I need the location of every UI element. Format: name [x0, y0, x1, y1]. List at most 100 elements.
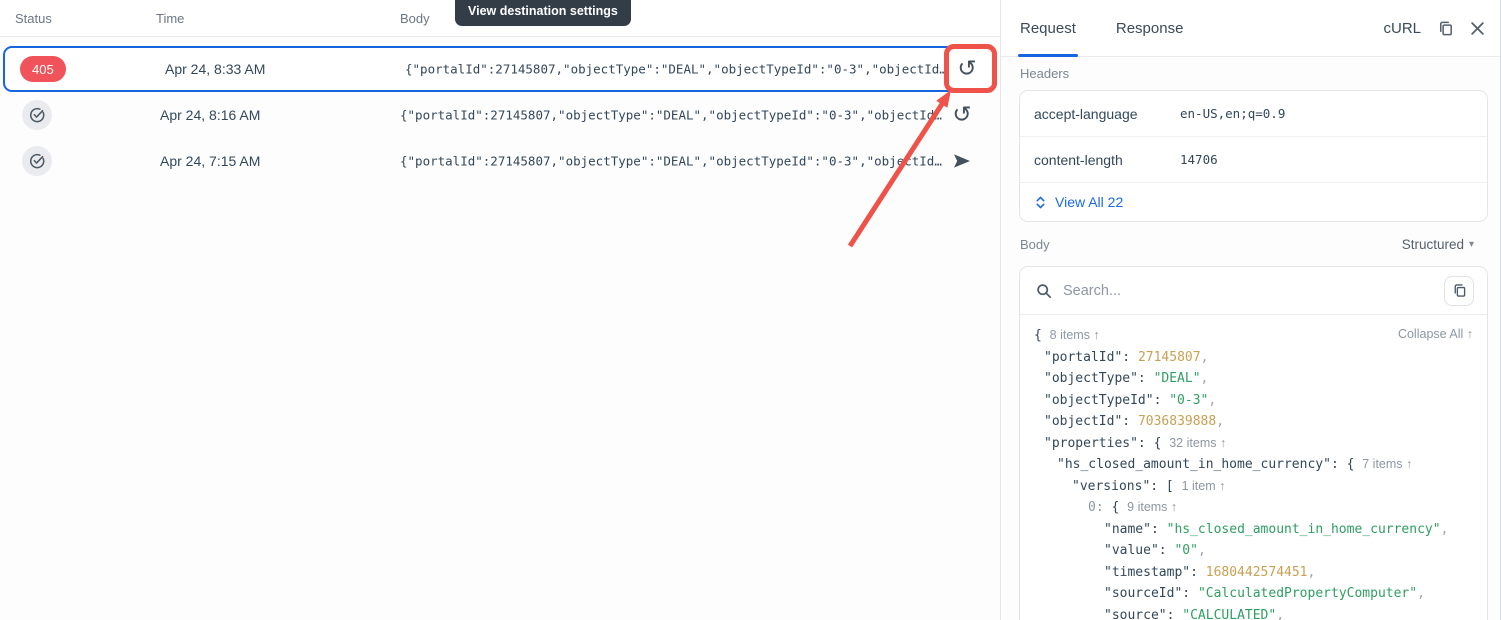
json-segment: : — [1153, 392, 1170, 408]
json-segment: "source" — [1104, 607, 1167, 620]
column-header-status: Status — [15, 11, 52, 26]
json-segment: : — [1182, 586, 1198, 601]
view-all-label: View All 22 — [1055, 194, 1124, 210]
tab-request[interactable]: Request — [1018, 20, 1078, 57]
json-segment: "hs_closed_amount_in_home_currency" — [1057, 457, 1331, 472]
header-value: en-US,en;q=0.9 — [1180, 106, 1286, 121]
collapse-toggle[interactable]: 1 item ↑ — [1182, 479, 1226, 493]
json-segment: { — [1034, 328, 1050, 343]
json-segment: , — [1208, 392, 1217, 408]
json-segment: 0: — [1088, 500, 1112, 515]
expand-collapse-icon — [1036, 196, 1045, 208]
json-line: "hs_closed_amount_in_home_currency": { 7… — [1034, 454, 1473, 476]
header-value: 14706 — [1180, 152, 1218, 167]
collapse-all-button[interactable]: Collapse All ↑ — [1398, 327, 1473, 341]
headers-card: accept-language en-US,en;q=0.9 content-l… — [1019, 90, 1488, 222]
json-segment: : { — [1137, 435, 1170, 451]
copy-curl-button[interactable] — [1436, 19, 1455, 38]
json-segment: , — [1216, 414, 1225, 429]
json-line: "versions": [ 1 item ↑ — [1034, 476, 1473, 498]
json-segment: , — [1440, 521, 1449, 537]
json-line: "properties": { 32 items ↑ — [1034, 433, 1473, 455]
view-mode-label: Structured — [1401, 237, 1464, 252]
json-segment: "0-3" — [1169, 392, 1209, 408]
json-segment: : — [1122, 414, 1138, 429]
search-icon — [1037, 283, 1052, 298]
json-line: "objectType": "DEAL", — [1034, 368, 1473, 390]
close-icon — [1471, 21, 1484, 35]
header-name: accept-language — [1034, 105, 1138, 122]
header-row: content-length 14706 — [1020, 137, 1487, 183]
json-segment: , — [1197, 543, 1206, 558]
row-body-preview: {"portalId":27145807,"objectType":"DEAL"… — [405, 61, 947, 77]
detail-topbar: Request Response cURL — [1001, 0, 1500, 57]
body-section-header: Body Structured ▾ — [1020, 237, 1474, 252]
view-all-headers-link[interactable]: View All 22 — [1020, 183, 1487, 221]
json-line: "name": "hs_closed_amount_in_home_curren… — [1034, 519, 1473, 541]
success-status-icon — [22, 100, 52, 130]
json-segment: "value" — [1104, 543, 1159, 558]
search-input[interactable] — [1063, 282, 1433, 299]
json-tree: Collapse All ↑ { 8 items ↑ "portalId": 27… — [1020, 315, 1487, 620]
body-card: Collapse All ↑ { 8 items ↑ "portalId": 27… — [1019, 266, 1488, 620]
json-segment: : — [1166, 607, 1183, 620]
check-circle-icon — [29, 107, 45, 123]
body-search-row — [1020, 267, 1487, 315]
json-segment: "CALCULATED" — [1182, 607, 1277, 620]
close-panel-button[interactable] — [1470, 21, 1485, 36]
json-line: "value": "0", — [1034, 540, 1473, 562]
json-segment: : — [1122, 349, 1138, 365]
json-segment: "properties" — [1044, 435, 1138, 451]
json-segment: "hs_closed_amount_in_home_currency" — [1166, 521, 1441, 537]
column-header-body: Body — [400, 11, 430, 26]
json-segment: "objectId" — [1044, 414, 1123, 429]
json-segment: : — [1158, 543, 1175, 558]
body-section-title: Body — [1020, 237, 1050, 252]
json-segment: "DEAL" — [1153, 371, 1201, 386]
collapse-toggle[interactable]: 32 items ↑ — [1169, 436, 1226, 450]
row-time: Apr 24, 8:33 AM — [165, 61, 266, 77]
json-segment: 27145807 — [1137, 349, 1201, 365]
json-segment: "CalculatedPropertyComputer" — [1197, 586, 1418, 601]
json-segment: , — [1200, 371, 1209, 386]
curl-label: cURL — [1383, 19, 1421, 37]
success-status-icon — [22, 146, 52, 176]
header-name: content-length — [1034, 151, 1123, 168]
tab-response[interactable]: Response — [1116, 20, 1184, 37]
json-segment: , — [1307, 564, 1316, 580]
copy-body-button[interactable] — [1444, 275, 1474, 306]
header-row: accept-language en-US,en;q=0.9 — [1020, 91, 1487, 137]
body-view-mode-dropdown[interactable]: Structured ▾ — [1402, 237, 1474, 252]
json-tree-lines: { 8 items ↑ "portalId": 27145807, "objectT… — [1034, 325, 1473, 620]
json-line: "source": "CALCULATED", — [1034, 605, 1473, 620]
json-line: "objectId": 7036839888, — [1034, 411, 1473, 433]
row-time: Apr 24, 8:16 AM — [160, 107, 261, 123]
column-header-time: Time — [156, 11, 185, 26]
copy-icon — [1439, 21, 1452, 35]
json-segment: 1680442574451 — [1205, 564, 1308, 580]
json-line: "timestamp": 1680442574451, — [1034, 562, 1473, 584]
json-segment: "versions" — [1072, 478, 1151, 494]
json-segment: "portalId" — [1044, 349, 1123, 365]
json-segment: , — [1417, 586, 1425, 601]
annotation-arrow — [847, 90, 951, 248]
collapse-toggle[interactable]: 9 items ↑ — [1127, 500, 1177, 514]
webhook-monitor-screen: Status Time Body 405 Apr 24, 8:33 AM {"p… — [0, 0, 1501, 620]
json-segment: "objectType" — [1044, 371, 1138, 386]
request-details-panel: Request Response cURL Headers accept-lan… — [1001, 0, 1501, 620]
json-segment: "0" — [1174, 543, 1198, 558]
json-segment: "name" — [1104, 521, 1151, 537]
json-line: "sourceId": "CalculatedPropertyComputer"… — [1034, 583, 1473, 605]
json-segment: : [ — [1150, 478, 1182, 494]
json-line: 0: { 9 items ↑ — [1034, 497, 1473, 519]
json-segment: : — [1137, 371, 1154, 386]
copy-icon — [1454, 284, 1465, 297]
caret-down-icon: ▾ — [1468, 239, 1474, 250]
json-segment: : — [1150, 521, 1167, 537]
collapse-toggle[interactable]: 8 items ↑ — [1050, 328, 1100, 342]
row-time: Apr 24, 7:15 AM — [160, 153, 261, 169]
annotation-highlight-box — [944, 44, 997, 93]
check-circle-icon — [29, 153, 45, 169]
collapse-toggle[interactable]: 7 items ↑ — [1362, 457, 1412, 471]
json-segment: : — [1190, 564, 1206, 580]
